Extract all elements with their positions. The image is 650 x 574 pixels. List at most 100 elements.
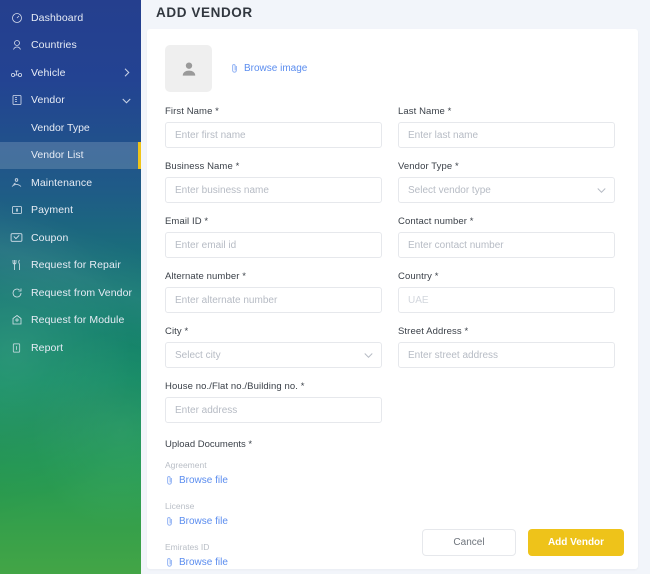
field-label: Street Address * <box>398 326 469 337</box>
sidebar-item-request-for-module[interactable]: Request for Module <box>0 307 141 335</box>
sidebar-item-vendor[interactable]: Vendor <box>0 87 141 115</box>
field-label: Last Name * <box>398 106 452 117</box>
browse-file-label: Browse file <box>179 516 228 527</box>
field-label: Alternate number * <box>165 271 247 282</box>
sidebar-item-report[interactable]: Report <box>0 334 141 362</box>
report-icon <box>9 341 24 354</box>
avatar[interactable] <box>165 45 212 92</box>
field-country: Country * UAE <box>398 271 615 313</box>
browse-file-agreement[interactable]: Browse file <box>165 475 228 486</box>
paperclip-icon <box>165 557 174 568</box>
alternate-number-input[interactable]: Enter alternate number <box>165 287 382 313</box>
city-select[interactable]: Select city <box>165 342 382 368</box>
vendor-image-upload: Browse image <box>165 45 624 92</box>
dashboard-icon <box>9 11 24 24</box>
field-vendor-type: Vendor Type * Select vendor type <box>398 161 615 203</box>
page-title: ADD VENDOR <box>156 5 253 20</box>
first-name-input[interactable]: Enter first name <box>165 122 382 148</box>
browse-image-label: Browse image <box>244 63 308 74</box>
add-vendor-button[interactable]: Add Vendor <box>528 529 624 556</box>
contact-number-input[interactable]: Enter contact number <box>398 232 615 258</box>
browse-image-link[interactable]: Browse image <box>230 63 307 74</box>
main-content: ADD VENDOR Browse image First Name * Ent… <box>141 0 650 574</box>
sidebar-item-vehicle[interactable]: Vehicle <box>0 59 141 87</box>
sidebar-item-vendor-type[interactable]: Vendor Type <box>0 114 141 142</box>
paperclip-icon <box>165 475 174 486</box>
upload-item-agreement: Agreement Browse file <box>165 460 624 491</box>
field-label: Email ID * <box>165 216 209 227</box>
vendor-type-value: Select vendor type <box>408 184 491 196</box>
city-value: Select city <box>175 349 221 361</box>
sidebar-item-label: Vendor <box>31 94 65 107</box>
field-street-address: Street Address * Enter street address <box>398 326 615 368</box>
email-id-input[interactable]: Enter email id <box>165 232 382 258</box>
sidebar-item-label: Dashboard <box>31 11 84 24</box>
field-alternate-number: Alternate number * Enter alternate numbe… <box>165 271 382 313</box>
sidebar-item-request-from-vendor[interactable]: Request from Vendor <box>0 279 141 307</box>
sidebar-item-label: Maintenance <box>31 176 93 189</box>
sidebar-item-label: Request for Module <box>31 314 125 327</box>
field-label: House no./Flat no./Building no. * <box>165 381 305 392</box>
vendor-icon <box>9 94 24 107</box>
sidebar-item-label: Report <box>31 341 64 354</box>
repair-icon <box>9 259 24 272</box>
sidebar-item-label: Request from Vendor <box>31 286 133 299</box>
chevron-down-icon <box>121 97 131 104</box>
sidebar-item-maintenance[interactable]: Maintenance <box>0 169 141 197</box>
field-label: Business Name * <box>165 161 240 172</box>
field-email-id: Email ID * Enter email id <box>165 216 382 258</box>
add-vendor-card: Browse image First Name * Enter first na… <box>147 29 638 569</box>
upload-label: License <box>165 501 195 511</box>
vendor-type-select[interactable]: Select vendor type <box>398 177 615 203</box>
chevron-right-icon <box>121 68 131 77</box>
field-contact-number: Contact number * Enter contact number <box>398 216 615 258</box>
vendor-form: First Name * Enter first name Last Name … <box>165 106 624 436</box>
sidebar-subitem-label: Vendor Type <box>31 121 90 134</box>
maintenance-icon <box>9 176 24 189</box>
field-business-name: Business Name * Enter business name <box>165 161 382 203</box>
sidebar-nav: Dashboard Countries Vehicle Vendor Vendo… <box>0 4 141 362</box>
browse-file-emirates-id[interactable]: Browse file <box>165 557 228 568</box>
browse-file-label: Browse file <box>179 557 228 568</box>
upload-documents-title: Upload Documents * <box>165 439 253 450</box>
request-vendor-icon <box>9 286 24 299</box>
field-label: Country * <box>398 271 439 282</box>
sidebar-item-dashboard[interactable]: Dashboard <box>0 4 141 32</box>
field-city: City * Select city <box>165 326 382 368</box>
sidebar-item-label: Request for Repair <box>31 259 121 272</box>
sidebar-item-request-for-repair[interactable]: Request for Repair <box>0 252 141 280</box>
paperclip-icon <box>165 516 174 527</box>
house-no-input[interactable]: Enter address <box>165 397 382 423</box>
cancel-button[interactable]: Cancel <box>422 529 516 556</box>
globe-icon <box>9 39 24 52</box>
business-name-input[interactable]: Enter business name <box>165 177 382 203</box>
sidebar-subitem-label: Vendor List <box>31 149 84 162</box>
sidebar-item-label: Payment <box>31 204 74 217</box>
sidebar-item-label: Countries <box>31 39 77 52</box>
sidebar-item-label: Coupon <box>31 231 69 244</box>
sidebar-item-coupon[interactable]: Coupon <box>0 224 141 252</box>
field-label: First Name * <box>165 106 219 117</box>
browse-file-license[interactable]: Browse file <box>165 516 228 527</box>
sidebar: Dashboard Countries Vehicle Vendor Vendo… <box>0 0 141 574</box>
street-address-input[interactable]: Enter street address <box>398 342 615 368</box>
app-root: Dashboard Countries Vehicle Vendor Vendo… <box>0 0 650 574</box>
field-label: City * <box>165 326 189 337</box>
upload-item-license: License Browse file <box>165 501 624 532</box>
sidebar-item-countries[interactable]: Countries <box>0 32 141 60</box>
field-label: Contact number * <box>398 216 474 227</box>
user-avatar-icon <box>182 62 195 76</box>
field-label: Vendor Type * <box>398 161 459 172</box>
sidebar-item-vendor-list[interactable]: Vendor List <box>0 141 141 169</box>
country-input: UAE <box>398 287 615 313</box>
sidebar-item-payment[interactable]: Payment <box>0 197 141 225</box>
upload-label: Agreement <box>165 460 207 470</box>
paperclip-icon <box>230 63 239 74</box>
form-actions: Cancel Add Vendor <box>422 529 624 556</box>
module-icon <box>9 314 24 327</box>
sidebar-item-label: Vehicle <box>31 66 66 79</box>
coupon-icon <box>9 231 24 244</box>
chevron-down-icon <box>597 187 606 193</box>
field-house-no: House no./Flat no./Building no. * Enter … <box>165 381 382 423</box>
last-name-input[interactable]: Enter last name <box>398 122 615 148</box>
